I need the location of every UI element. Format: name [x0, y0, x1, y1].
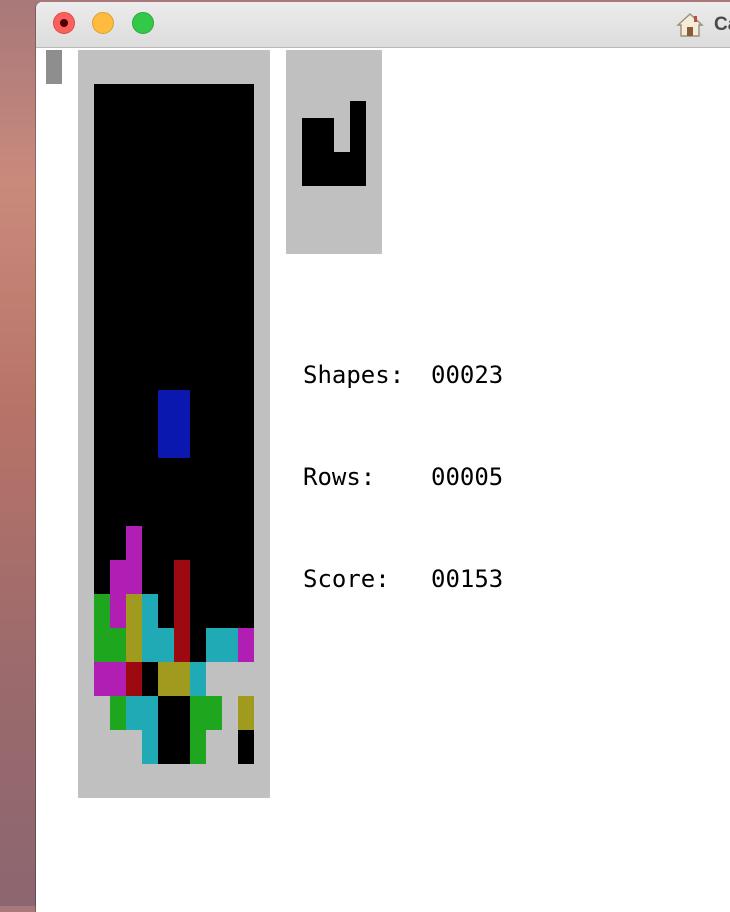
- preview-block: [334, 152, 350, 169]
- locked-block: [174, 628, 190, 662]
- locked-block: [126, 594, 142, 628]
- locked-block: [94, 730, 110, 764]
- board-grid: [94, 84, 254, 764]
- preview-block: [350, 135, 366, 152]
- locked-block: [94, 696, 110, 730]
- locked-block: [94, 594, 110, 628]
- preview-block: [334, 169, 350, 186]
- locked-block: [158, 662, 174, 696]
- preview-block: [318, 169, 334, 186]
- locked-block: [94, 628, 110, 662]
- stat-value: 00005: [431, 463, 504, 491]
- locked-block: [126, 560, 142, 594]
- stat-score: Score: 00153: [303, 562, 503, 596]
- preview-block: [350, 101, 366, 118]
- locked-block: [142, 730, 158, 764]
- stat-value: 00023: [431, 361, 504, 389]
- app-window: Ca Shapes: 00023 Rows: 00005 Score: 00153: [36, 2, 730, 912]
- locked-block: [190, 696, 206, 730]
- preview-block: [302, 152, 318, 169]
- locked-block: [206, 662, 222, 696]
- falling-block: [174, 390, 190, 424]
- locked-block: [110, 560, 126, 594]
- locked-block: [110, 730, 126, 764]
- locked-block: [110, 696, 126, 730]
- window-title: Ca: [714, 14, 730, 35]
- stat-value: 00153: [431, 565, 504, 593]
- close-dot-icon: [60, 19, 68, 27]
- locked-block: [222, 628, 238, 662]
- falling-block: [158, 424, 174, 458]
- game-board[interactable]: [94, 84, 254, 764]
- preview-block: [302, 118, 318, 135]
- locked-block: [206, 730, 222, 764]
- title-bar[interactable]: Ca: [36, 2, 730, 48]
- locked-block: [174, 662, 190, 696]
- locked-block: [126, 696, 142, 730]
- locked-block: [126, 662, 142, 696]
- locked-block: [158, 628, 174, 662]
- scroll-indicator[interactable]: [46, 50, 62, 84]
- preview-block: [302, 169, 318, 186]
- preview-block: [318, 135, 334, 152]
- locked-block: [142, 696, 158, 730]
- locked-block: [238, 628, 254, 662]
- locked-block: [238, 662, 254, 696]
- preview-block: [318, 118, 334, 135]
- preview-block: [318, 152, 334, 169]
- locked-block: [110, 594, 126, 628]
- home-icon: [676, 13, 704, 37]
- locked-block: [190, 730, 206, 764]
- locked-block: [222, 662, 238, 696]
- locked-block: [126, 526, 142, 560]
- board-frame: [78, 50, 270, 798]
- content-area: Shapes: 00023 Rows: 00005 Score: 00153: [36, 48, 730, 912]
- locked-block: [206, 628, 222, 662]
- locked-block: [110, 662, 126, 696]
- stat-label: Score:: [303, 565, 390, 593]
- locked-block: [94, 662, 110, 696]
- locked-block: [206, 696, 222, 730]
- locked-block: [238, 696, 254, 730]
- locked-block: [222, 696, 238, 730]
- stat-label: Rows:: [303, 463, 376, 491]
- preview-block: [350, 118, 366, 135]
- zoom-button[interactable]: [132, 12, 154, 34]
- locked-block: [142, 594, 158, 628]
- preview-block: [350, 169, 366, 186]
- stats-panel: Shapes: 00023 Rows: 00005 Score: 00153: [303, 290, 503, 664]
- locked-block: [126, 730, 142, 764]
- locked-block: [222, 730, 238, 764]
- locked-block: [190, 662, 206, 696]
- locked-block: [174, 594, 190, 628]
- preview-block: [350, 152, 366, 169]
- stat-shapes: Shapes: 00023: [303, 358, 503, 392]
- locked-block: [110, 628, 126, 662]
- locked-block: [174, 560, 190, 594]
- locked-block: [142, 628, 158, 662]
- next-piece-grid: [302, 84, 366, 220]
- next-piece-preview: [302, 84, 366, 220]
- falling-block: [174, 424, 190, 458]
- preview-block: [302, 135, 318, 152]
- falling-block: [158, 390, 174, 424]
- close-button[interactable]: [53, 12, 75, 34]
- stat-label: Shapes:: [303, 361, 405, 389]
- locked-block: [126, 628, 142, 662]
- minimize-button[interactable]: [92, 12, 114, 34]
- stat-rows: Rows: 00005: [303, 460, 503, 494]
- next-piece-frame: [286, 50, 382, 254]
